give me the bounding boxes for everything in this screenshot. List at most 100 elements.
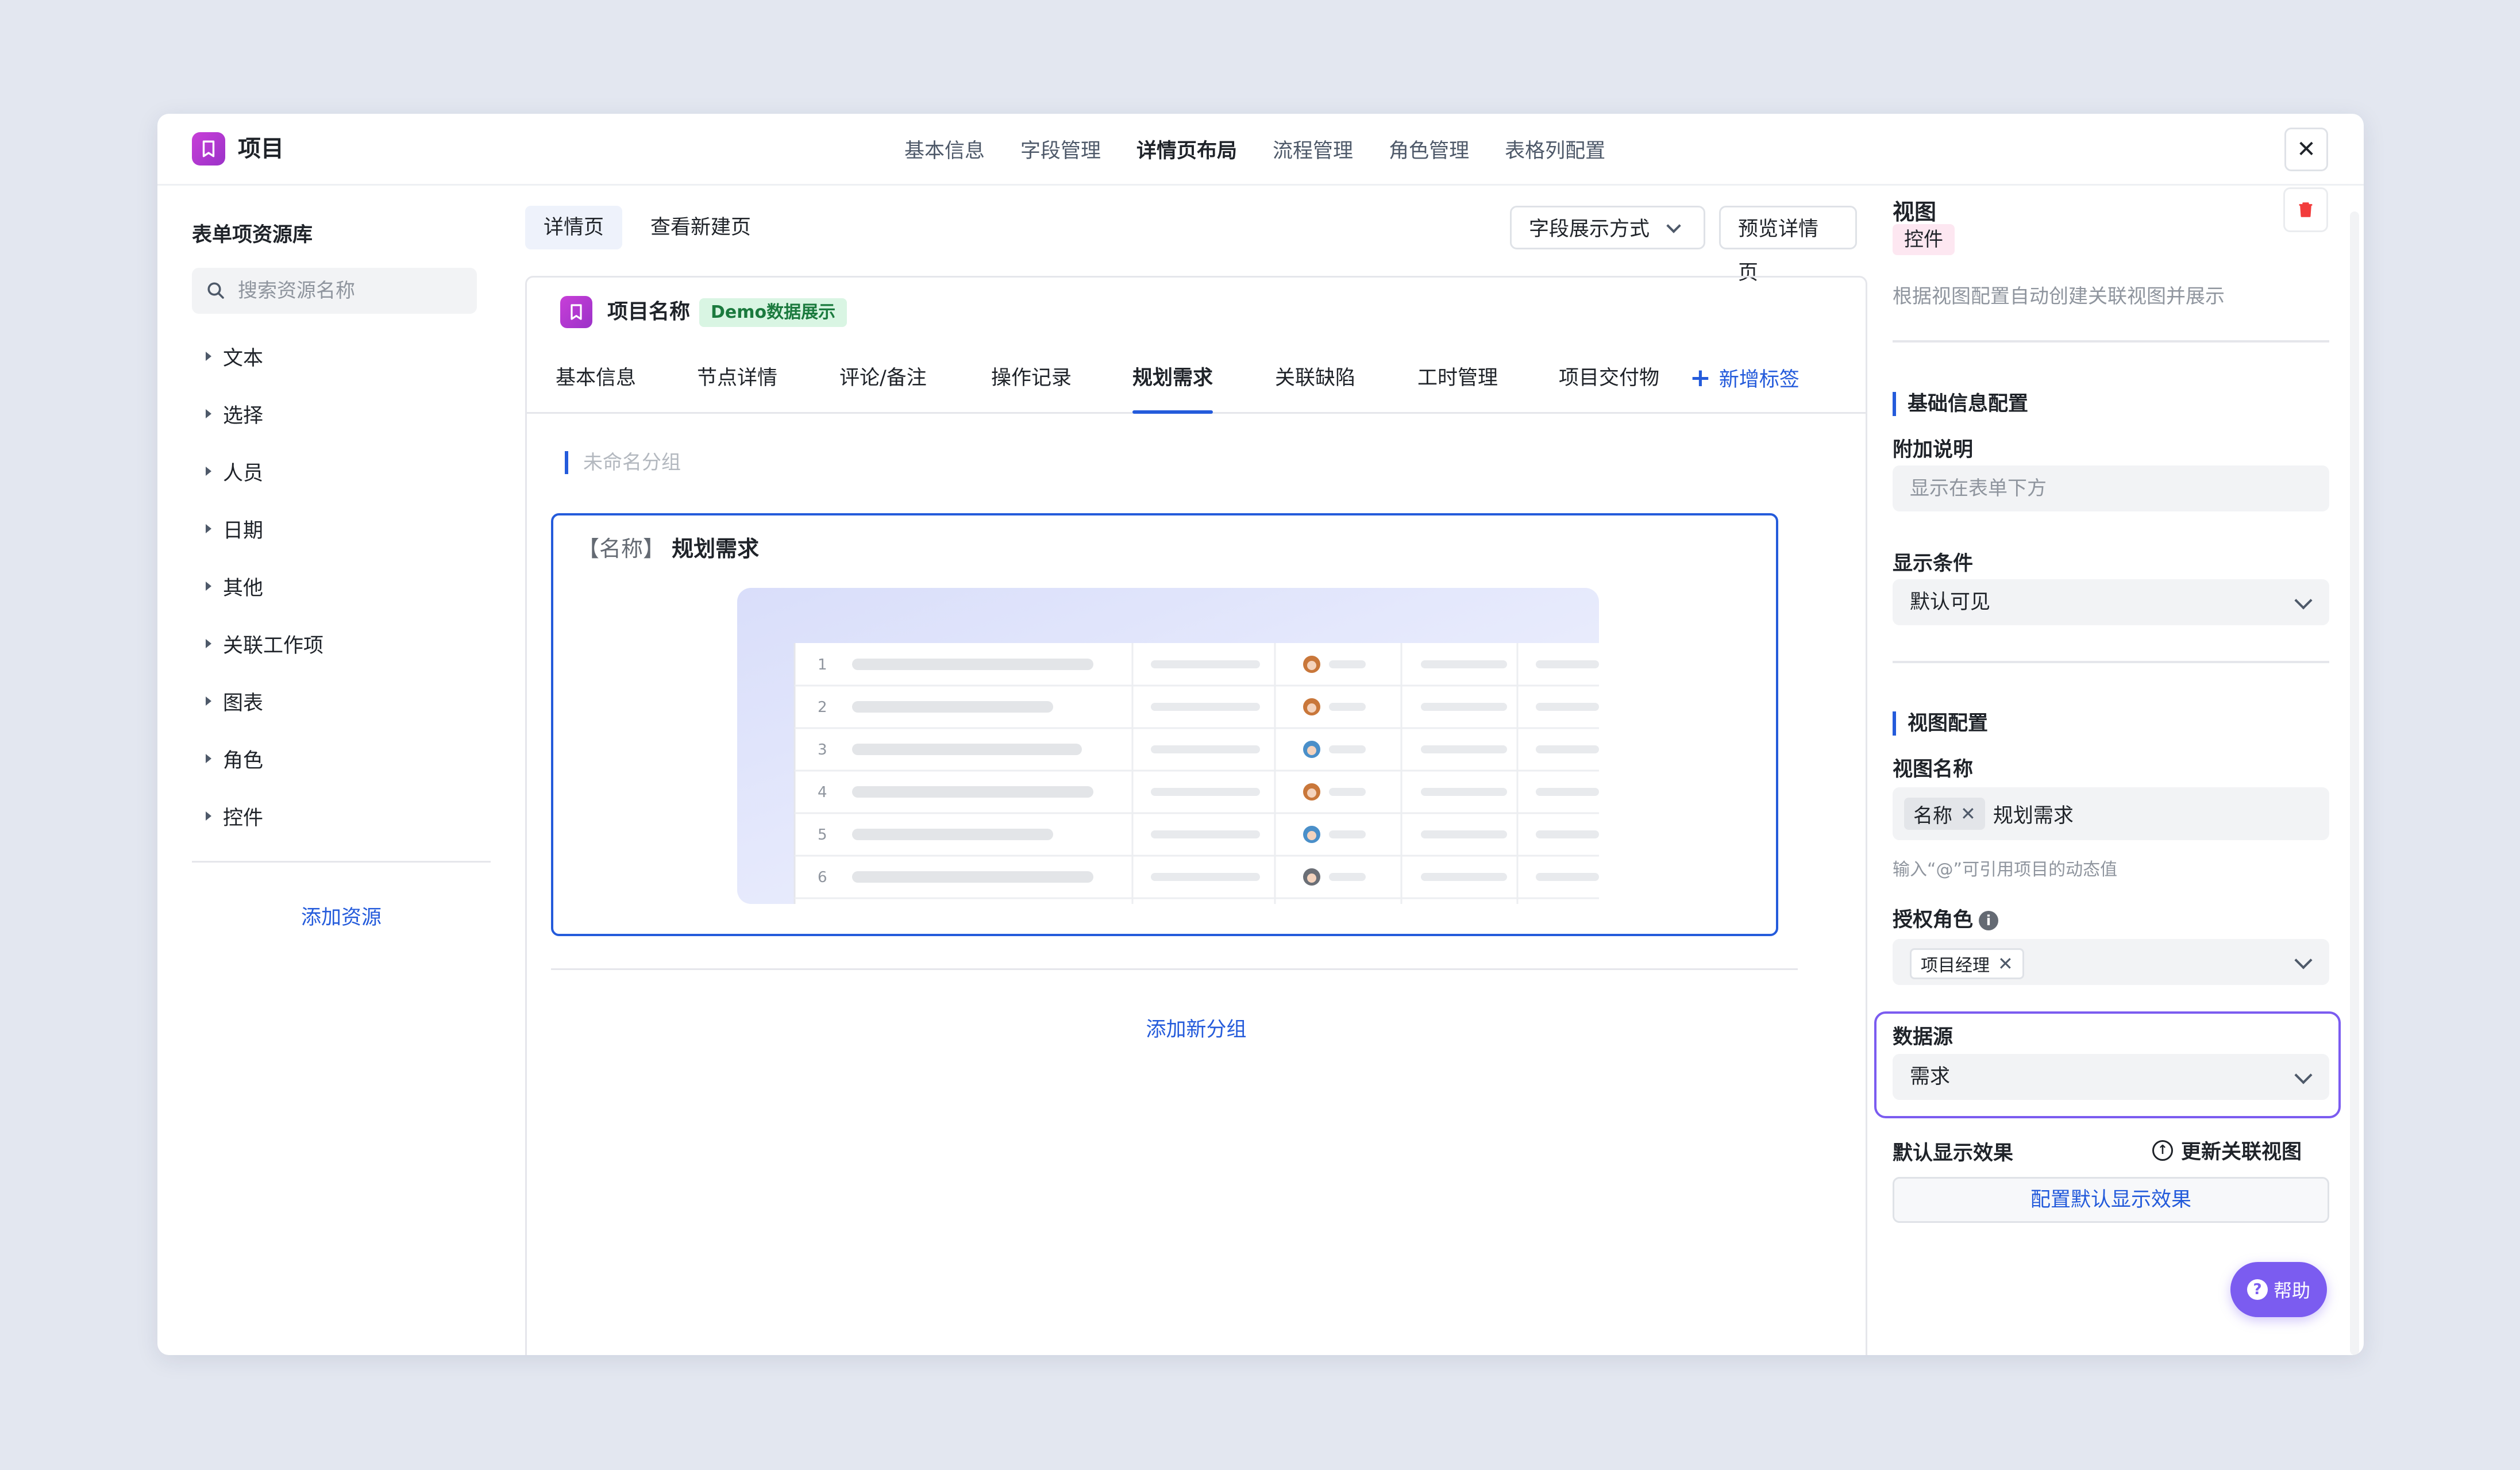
window-header: 项目 基本信息 字段管理 详情页布局 流程管理 角色管理 表格列配置 ✕ bbox=[157, 114, 2364, 186]
detail-tab-nodes[interactable]: 节点详情 bbox=[697, 344, 777, 412]
preview-detail-button[interactable]: 预览详情页 bbox=[1719, 206, 1857, 284]
skeleton-bar bbox=[1421, 703, 1507, 711]
skeleton-bar bbox=[1151, 745, 1260, 753]
detail-tab-defects[interactable]: 关联缺陷 bbox=[1275, 344, 1355, 412]
view-name-hint: 输入“@”可引用项目的动态值 bbox=[1893, 860, 2118, 880]
view-widget-key: 【名称】 bbox=[577, 536, 665, 561]
detail-tab-comments[interactable]: 评论/备注 bbox=[839, 344, 927, 412]
detail-tab-history[interactable]: 操作记录 bbox=[991, 344, 1072, 412]
section-basic-config: 基础信息配置 bbox=[1893, 392, 2028, 416]
role-tag[interactable]: 项目经理 ✕ bbox=[1910, 948, 2024, 979]
help-button[interactable]: ? 帮助 bbox=[2230, 1262, 2327, 1317]
arrow-up-circle-icon: ↑ bbox=[2152, 1140, 2173, 1161]
detail-tab-basic[interactable]: 基本信息 bbox=[556, 344, 636, 412]
view-widget[interactable]: 【名称】 规划需求 1 2 3 4 5 6 bbox=[551, 513, 1778, 936]
remove-tag-icon[interactable]: ✕ bbox=[1998, 953, 2013, 975]
caret-right-icon bbox=[206, 582, 211, 591]
detail-tab-deliverables[interactable]: 项目交付物 bbox=[1559, 344, 1659, 412]
chevron-down-icon bbox=[2294, 951, 2313, 969]
tag-label: 名称 bbox=[1913, 804, 1952, 828]
caret-right-icon bbox=[206, 696, 211, 706]
view-name-tag[interactable]: 名称 ✕ bbox=[1904, 798, 1985, 830]
skeleton-bar bbox=[852, 701, 1053, 713]
properties-description: 根据视图配置自动创建关联视图并展示 bbox=[1893, 285, 2225, 308]
skeleton-bar bbox=[1536, 873, 1599, 881]
data-source-select[interactable]: 需求 bbox=[1893, 1054, 2329, 1100]
default-display-label: 默认显示效果 bbox=[1893, 1142, 2014, 1165]
add-group-link[interactable]: 添加新分组 bbox=[527, 1013, 1866, 1042]
resource-item-label: 关联工作项 bbox=[223, 634, 324, 657]
plus-icon: + bbox=[1690, 363, 1711, 392]
section-view-config: 视图配置 bbox=[1893, 711, 1988, 736]
tag-label: 项目经理 bbox=[1921, 956, 1990, 976]
resource-item-role[interactable]: 角色 bbox=[192, 730, 491, 787]
nav-field-management[interactable]: 字段管理 bbox=[1020, 134, 1101, 164]
nav-table-columns[interactable]: 表格列配置 bbox=[1505, 134, 1605, 164]
nav-detail-layout[interactable]: 详情页布局 bbox=[1136, 134, 1237, 164]
caret-right-icon bbox=[206, 467, 211, 476]
avatar-face bbox=[1307, 661, 1316, 670]
divider bbox=[192, 861, 491, 863]
skeleton-bar bbox=[1536, 660, 1599, 668]
tab-create-page[interactable]: 查看新建页 bbox=[632, 206, 769, 249]
skeleton-bar bbox=[1421, 660, 1507, 668]
resource-item-text[interactable]: 文本 bbox=[192, 328, 491, 385]
auth-role-select[interactable]: 项目经理 ✕ bbox=[1893, 939, 2329, 985]
resource-item-control[interactable]: 控件 bbox=[192, 787, 491, 845]
skeleton-bar bbox=[1151, 660, 1260, 668]
remove-tag-icon[interactable]: ✕ bbox=[1960, 803, 1976, 825]
delete-button[interactable] bbox=[2283, 187, 2328, 232]
row-number: 4 bbox=[818, 784, 827, 801]
extra-note-input[interactable]: 显示在表单下方 bbox=[1893, 465, 2329, 511]
caret-right-icon bbox=[206, 409, 211, 418]
add-resource-link[interactable]: 添加资源 bbox=[157, 901, 525, 930]
skeleton-bar bbox=[852, 871, 1093, 883]
tab-detail-page[interactable]: 详情页 bbox=[525, 206, 623, 249]
chevron-down-icon bbox=[2294, 1066, 2313, 1084]
display-condition-label: 显示条件 bbox=[1893, 552, 1974, 575]
add-tab-button[interactable]: + 新增标签 bbox=[1690, 344, 1800, 412]
skeleton-bar bbox=[852, 659, 1093, 670]
properties-panel: 视图 控件 根据视图配置自动创建关联视图并展示 基础信息配置 附加说明 显示在表… bbox=[1874, 184, 2352, 1355]
detail-tab-worktime[interactable]: 工时管理 bbox=[1417, 344, 1498, 412]
view-name-input[interactable]: 名称 ✕ 规划需求 bbox=[1893, 787, 2329, 840]
skeleton-bar bbox=[1536, 703, 1599, 711]
resource-item-label: 日期 bbox=[223, 519, 264, 542]
nav-roles[interactable]: 角色管理 bbox=[1389, 134, 1469, 164]
detail-tab-requirements[interactable]: 规划需求 bbox=[1132, 344, 1213, 414]
skeleton-bar bbox=[1421, 830, 1507, 838]
add-tab-label: 新增标签 bbox=[1718, 368, 1800, 391]
detail-page-card: 项目名称 Demo数据展示 基本信息 节点详情 评论/备注 操作记录 规划需求 … bbox=[525, 276, 1867, 1355]
display-condition-select[interactable]: 默认可见 bbox=[1893, 579, 2329, 625]
row-number: 2 bbox=[818, 699, 827, 716]
skeleton-bar bbox=[1151, 873, 1260, 881]
nav-workflow[interactable]: 流程管理 bbox=[1273, 134, 1353, 164]
skeleton-bar bbox=[1329, 703, 1366, 711]
divider bbox=[1893, 340, 2329, 343]
resource-item-chart[interactable]: 图表 bbox=[192, 672, 491, 730]
nav-basic-info[interactable]: 基本信息 bbox=[904, 134, 985, 164]
resource-item-date[interactable]: 日期 bbox=[192, 500, 491, 557]
view-preview-illustration: 1 2 3 4 5 6 bbox=[737, 588, 1599, 904]
view-widget-value: 规划需求 bbox=[672, 536, 760, 561]
resource-item-select[interactable]: 选择 bbox=[192, 385, 491, 442]
extra-note-label: 附加说明 bbox=[1893, 438, 1974, 461]
row-number: 3 bbox=[818, 741, 827, 759]
resource-item-person[interactable]: 人员 bbox=[192, 442, 491, 500]
demo-badge: Demo数据展示 bbox=[699, 298, 847, 327]
resource-library-panel: 表单项资源库 搜索资源名称 文本 选择 人员 日期 其他 关联工作项 图表 角色… bbox=[157, 184, 502, 1355]
close-button[interactable]: ✕ bbox=[2284, 128, 2328, 171]
configure-default-display-button[interactable]: 配置默认显示效果 bbox=[1893, 1177, 2329, 1223]
resource-item-other[interactable]: 其他 bbox=[192, 557, 491, 615]
field-display-dropdown[interactable]: 字段展示方式 bbox=[1510, 206, 1705, 249]
project-name: 项目名称 bbox=[607, 300, 691, 324]
group-name[interactable]: 未命名分组 bbox=[565, 451, 681, 474]
resource-item-label: 其他 bbox=[223, 576, 264, 600]
skeleton-bar bbox=[852, 786, 1093, 798]
info-icon[interactable]: i bbox=[1979, 911, 1999, 930]
update-linked-view-button[interactable]: ↑ 更新关联视图 bbox=[2152, 1136, 2302, 1165]
resource-search-input[interactable]: 搜索资源名称 bbox=[192, 268, 477, 314]
avatar-face bbox=[1307, 788, 1316, 798]
resource-item-linked-work[interactable]: 关联工作项 bbox=[192, 615, 491, 672]
caret-right-icon bbox=[206, 352, 211, 361]
